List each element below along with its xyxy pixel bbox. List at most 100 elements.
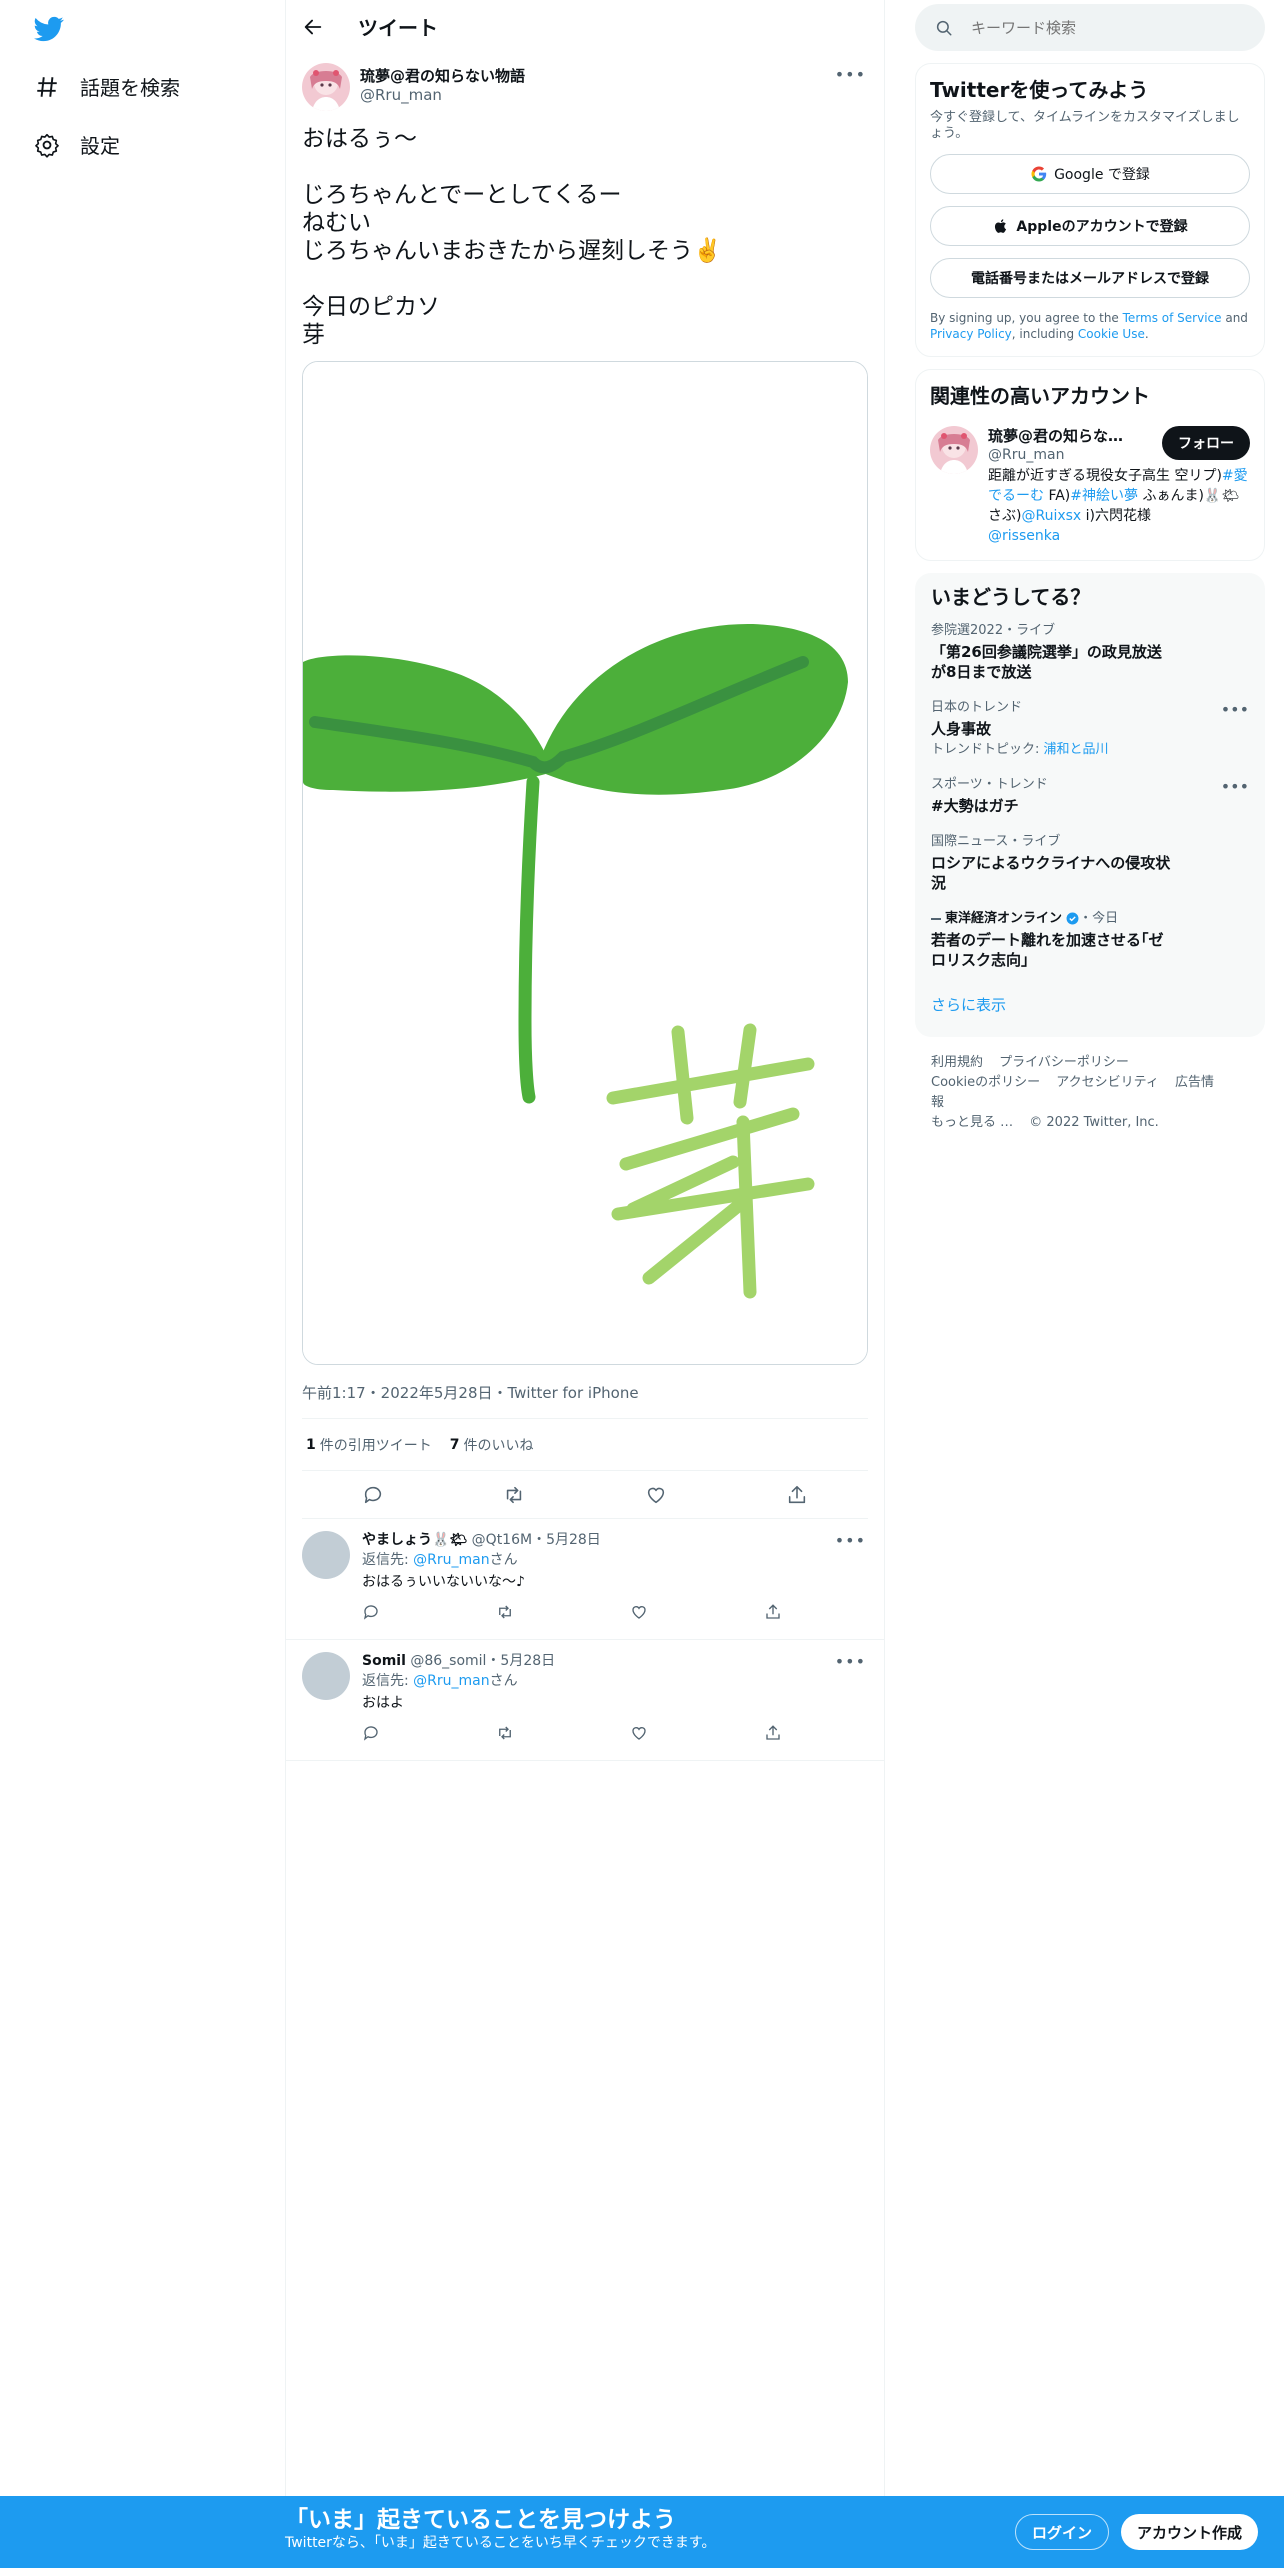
- like-icon[interactable]: [630, 1724, 648, 1742]
- reply-to-prefix: 返信先:: [362, 1673, 414, 1689]
- avatar[interactable]: [302, 63, 350, 111]
- search-input[interactable]: [971, 18, 1231, 37]
- terms-link[interactable]: Terms of Service: [1123, 311, 1222, 325]
- like-count[interactable]: 7: [450, 1437, 460, 1453]
- trend-topic: トレンドトピック: 浦和と品川: [931, 741, 1249, 759]
- quote-count[interactable]: 1: [306, 1437, 316, 1453]
- main-column: ツイート 琉夢@君の知らない物語 @Rru_man ••• おはるぅ〜 じろちゃ…: [286, 0, 884, 1761]
- avatar[interactable]: [302, 1652, 350, 1700]
- footer-link[interactable]: プライバシーポリシー: [999, 1055, 1129, 1070]
- reply-to-link[interactable]: @Rru_man: [413, 1673, 489, 1689]
- share-icon[interactable]: [764, 1603, 782, 1621]
- mention-link[interactable]: @Ruixsx: [1021, 508, 1081, 524]
- quote-label[interactable]: 件の引用ツイート: [320, 1435, 432, 1455]
- trend-meta: 東洋経済オンライン ・今日: [931, 911, 1249, 927]
- signup-button[interactable]: アカウント作成: [1121, 2514, 1259, 2550]
- reply-author-name[interactable]: Somil: [362, 1653, 406, 1669]
- google-icon: [1031, 166, 1047, 182]
- follow-button[interactable]: フォロー: [1162, 426, 1250, 460]
- reply-tweet[interactable]: やましょう🐰🌤 @Qt16M・5月28日 返信先: @Rru_manさん おはる…: [286, 1519, 884, 1640]
- more-options-icon[interactable]: •••: [835, 1652, 866, 1671]
- reply-author-name[interactable]: やましょう🐰🌤: [362, 1532, 467, 1548]
- apple-signup-button[interactable]: Appleのアカウントで登録: [930, 206, 1250, 246]
- trend-title: ロシアによるウクライナへの侵攻状況: [931, 854, 1171, 892]
- trend-topic-link[interactable]: 浦和と品川: [1044, 742, 1109, 757]
- footer-link[interactable]: 利用規約: [931, 1055, 983, 1070]
- bottom-signup-bar: 「いま」起きていることを見つけよう Twitterなら、「いま」起きていることを…: [0, 2496, 1284, 2568]
- trend-item[interactable]: スポーツ・トレンド #大勢はガチ •••: [931, 777, 1249, 816]
- share-icon[interactable]: [764, 1724, 782, 1742]
- tweet-timestamp[interactable]: 午前1:17・2022年5月28日・Twitter for iPhone: [302, 1381, 868, 1419]
- hashtag-icon: [37, 76, 57, 97]
- trend-source: 東洋経済オンライン: [945, 911, 1063, 926]
- related-account-name[interactable]: 琉夢@君の知らない物語: [988, 426, 1138, 446]
- nav-settings[interactable]: 設定: [34, 130, 120, 159]
- avatar[interactable]: [302, 1531, 350, 1579]
- apple-signup-label: Appleのアカウントで登録: [1016, 219, 1188, 235]
- share-icon[interactable]: [786, 1484, 808, 1506]
- like-icon[interactable]: [630, 1603, 648, 1621]
- more-options-icon[interactable]: •••: [1221, 700, 1249, 719]
- more-options-icon[interactable]: •••: [835, 1531, 866, 1550]
- footer-link[interactable]: Cookieのポリシー: [931, 1075, 1040, 1090]
- trends-card: いまどうしてる？ 参院選2022・ライブ 「第26回参議院選挙」の政見放送が8日…: [915, 573, 1265, 1037]
- phone-email-signup-button[interactable]: 電話番号またはメールアドレスで登録: [930, 258, 1250, 298]
- trend-title: #大勢はガチ: [931, 797, 1019, 815]
- search-icon: [936, 20, 952, 35]
- reply-to-link[interactable]: @Rru_man: [413, 1552, 489, 1568]
- trend-item[interactable]: 国際ニュース・ライブ ロシアによるウクライナへの侵攻状況: [931, 834, 1249, 893]
- hashtag-link[interactable]: #神絵い夢: [1070, 488, 1138, 504]
- legal-text: , including: [1011, 327, 1078, 341]
- bottom-bar-subtitle: Twitterなら、「いま」起きていることをいち早くチェックできます。: [285, 2535, 716, 2551]
- retweet-icon[interactable]: [496, 1603, 514, 1621]
- reply-handle-date[interactable]: @86_somil・5月28日: [410, 1653, 555, 1669]
- main-tweet: 琉夢@君の知らない物語 @Rru_man ••• おはるぅ〜 じろちゃんとでーと…: [286, 53, 884, 1519]
- show-more-link[interactable]: さらに表示: [931, 988, 1249, 1029]
- bio-text: 距離が近すぎる現役女子高生 空リプ): [988, 468, 1222, 484]
- author-display-name[interactable]: 琉夢@君の知らない物語: [360, 67, 525, 85]
- more-options-icon[interactable]: •••: [1221, 777, 1249, 796]
- trends-title: いまどうしてる？: [931, 585, 1091, 609]
- related-account-bio: 距離が近すぎる現役女子高生 空リプ)#愛でるーむ FA)#神絵い夢 ふぁんま)🐰…: [988, 466, 1250, 546]
- related-account[interactable]: 琉夢@君の知らない物語 @Rru_man 距離が近すぎる現役女子高生 空リプ)#…: [930, 426, 1250, 546]
- legal-text: .: [1144, 327, 1149, 341]
- privacy-link[interactable]: Privacy Policy: [930, 327, 1012, 341]
- legal-text: and: [1221, 311, 1248, 325]
- more-options-icon[interactable]: •••: [835, 65, 866, 84]
- trend-item[interactable]: 参院選2022・ライブ 「第26回参議院選挙」の政見放送が8日まで放送: [931, 623, 1249, 682]
- reply-text: おはよ: [362, 1695, 404, 1711]
- reply-to-suffix: さん: [489, 1552, 518, 1568]
- like-label[interactable]: 件のいいね: [464, 1435, 534, 1455]
- reply-icon[interactable]: [362, 1603, 380, 1621]
- nav-explore[interactable]: 話題を検索: [34, 72, 180, 101]
- footer-link[interactable]: もっと見る …: [931, 1115, 1013, 1130]
- tweet-author[interactable]: 琉夢@君の知らない物語 @Rru_man: [302, 63, 868, 111]
- mention-link[interactable]: @rissenka: [988, 528, 1060, 544]
- verified-badge-icon: [1066, 912, 1079, 925]
- trend-title: 人身事故: [931, 720, 992, 738]
- back-arrow-icon[interactable]: [302, 16, 324, 38]
- login-button[interactable]: ログイン: [1015, 2514, 1110, 2550]
- reply-icon[interactable]: [362, 1724, 380, 1742]
- tweet-stats: 1 件の引用ツイート 7 件のいいね: [302, 1419, 868, 1471]
- like-icon[interactable]: [645, 1484, 667, 1506]
- trend-item[interactable]: 東洋経済オンライン ・今日 若者のデート離れを加速させる｢ゼロリスク志向｣: [931, 911, 1249, 970]
- retweet-icon[interactable]: [503, 1484, 525, 1506]
- retweet-icon[interactable]: [496, 1724, 514, 1742]
- tweet-image[interactable]: [302, 361, 868, 1365]
- column-divider: [884, 0, 885, 2568]
- avatar[interactable]: [930, 426, 978, 474]
- cookie-link[interactable]: Cookie Use: [1078, 327, 1145, 341]
- footer-links: 利用規約 プライバシーポリシー Cookieのポリシー アクセシビリティ 広告情…: [915, 1053, 1235, 1133]
- bottom-bar-title: 「いま」起きていることを見つけよう: [285, 2507, 676, 2533]
- reply-tweet[interactable]: Somil @86_somil・5月28日 返信先: @Rru_manさん おは…: [286, 1640, 884, 1761]
- google-signup-button[interactable]: Google で登録: [930, 154, 1250, 194]
- footer-link[interactable]: アクセシビリティ: [1056, 1075, 1159, 1090]
- trend-item[interactable]: 日本のトレンド 人身事故 トレンドトピック: 浦和と品川 •••: [931, 700, 1249, 759]
- twitter-logo-icon[interactable]: [32, 14, 66, 44]
- reply-to-prefix: 返信先:: [362, 1552, 414, 1568]
- reply-icon[interactable]: [362, 1484, 384, 1506]
- search-box[interactable]: [915, 4, 1265, 51]
- author-handle[interactable]: @Rru_man: [360, 85, 525, 105]
- reply-handle-date[interactable]: @Qt16M・5月28日: [472, 1532, 601, 1548]
